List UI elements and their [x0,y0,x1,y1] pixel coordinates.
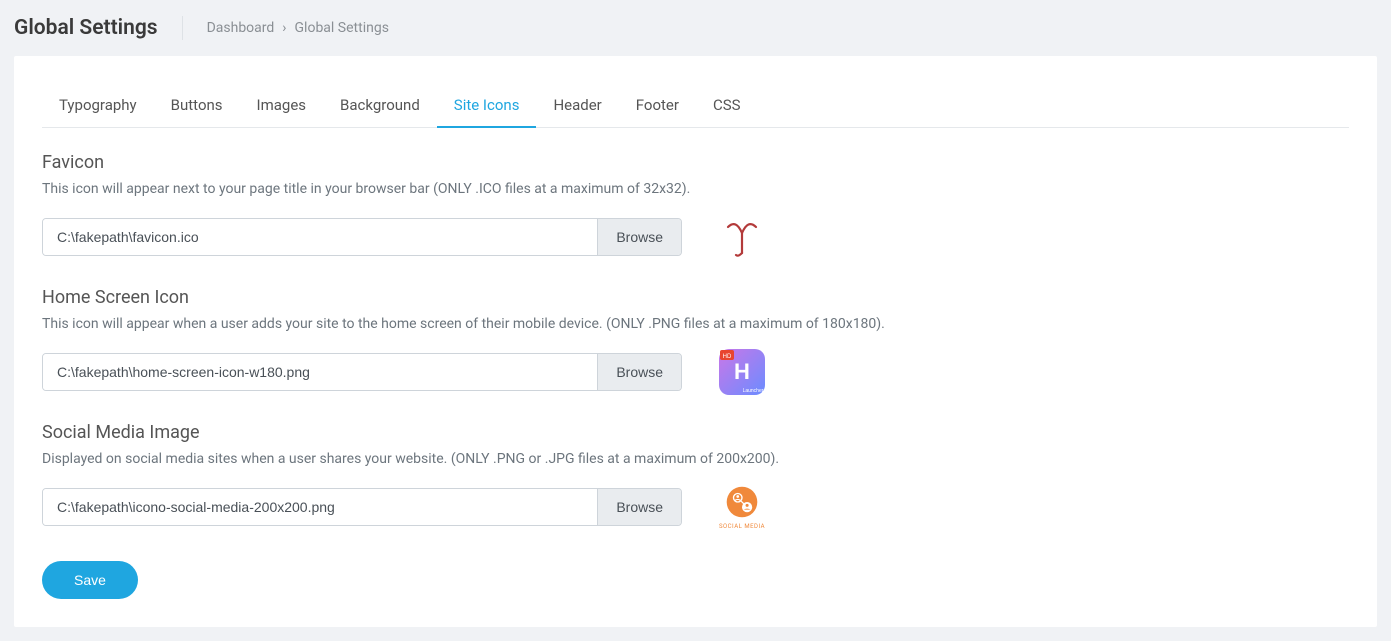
favicon-file-row: Browse [42,213,1349,261]
favicon-file-input-group: Browse [42,218,682,256]
favicon-desc: This icon will appear next to your page … [42,181,1349,197]
homescreen-path-input[interactable] [43,354,597,390]
social-preview-icon: SOCIAL MEDIA [718,483,766,531]
social-preview-label: SOCIAL MEDIA [719,523,765,530]
social-file-input-group: Browse [42,488,682,526]
favicon-title: Favicon [42,152,1349,173]
save-button[interactable]: Save [42,561,138,599]
svg-text:HD: HD [723,354,732,360]
breadcrumb: Dashboard › Global Settings [207,20,389,36]
tab-buttons[interactable]: Buttons [154,84,240,128]
svg-text:Launcher: Launcher [743,388,764,394]
tab-images[interactable]: Images [240,84,324,128]
social-path-input[interactable] [43,489,597,525]
favicon-path-input[interactable] [43,219,597,255]
breadcrumb-item-dashboard[interactable]: Dashboard [207,20,275,36]
favicon-preview-icon [718,213,766,261]
homescreen-browse-button[interactable]: Browse [597,354,681,390]
homescreen-file-row: Browse H HD Launcher [42,348,1349,396]
homescreen-desc: This icon will appear when a user adds y… [42,316,1349,332]
homescreen-file-input-group: Browse [42,353,682,391]
page-header: Global Settings Dashboard › Global Setti… [0,0,1391,56]
settings-card: Typography Buttons Images Background Sit… [14,56,1377,627]
tab-background[interactable]: Background [323,84,437,128]
social-section: Social Media Image Displayed on social m… [42,422,1349,531]
favicon-browse-button[interactable]: Browse [597,219,681,255]
tab-css[interactable]: CSS [696,84,758,128]
social-file-row: Browse SOCIAL MEDIA [42,483,1349,531]
tab-typography[interactable]: Typography [42,84,154,128]
tab-site-icons[interactable]: Site Icons [437,84,537,128]
homescreen-preview-icon: H HD Launcher [718,348,766,396]
svg-text:H: H [734,359,750,384]
tab-footer[interactable]: Footer [619,84,696,128]
favicon-section: Favicon This icon will appear next to yo… [42,152,1349,261]
page-title: Global Settings [14,16,183,40]
social-desc: Displayed on social media sites when a u… [42,451,1349,467]
chevron-right-icon: › [282,20,286,36]
breadcrumb-item-current: Global Settings [295,20,389,36]
homescreen-section: Home Screen Icon This icon will appear w… [42,287,1349,396]
tab-header[interactable]: Header [536,84,618,128]
tabs: Typography Buttons Images Background Sit… [42,84,1349,128]
social-title: Social Media Image [42,422,1349,443]
homescreen-title: Home Screen Icon [42,287,1349,308]
social-browse-button[interactable]: Browse [597,489,681,525]
